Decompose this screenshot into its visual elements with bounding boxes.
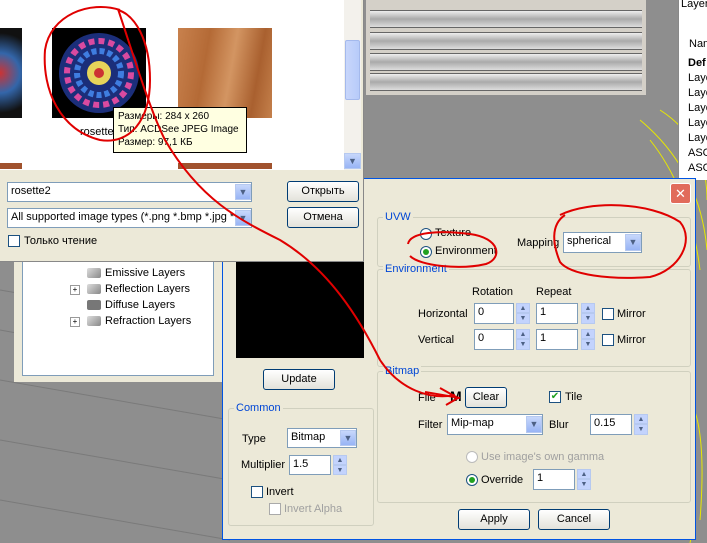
- red-annotation-overlay: [43, 5, 687, 406]
